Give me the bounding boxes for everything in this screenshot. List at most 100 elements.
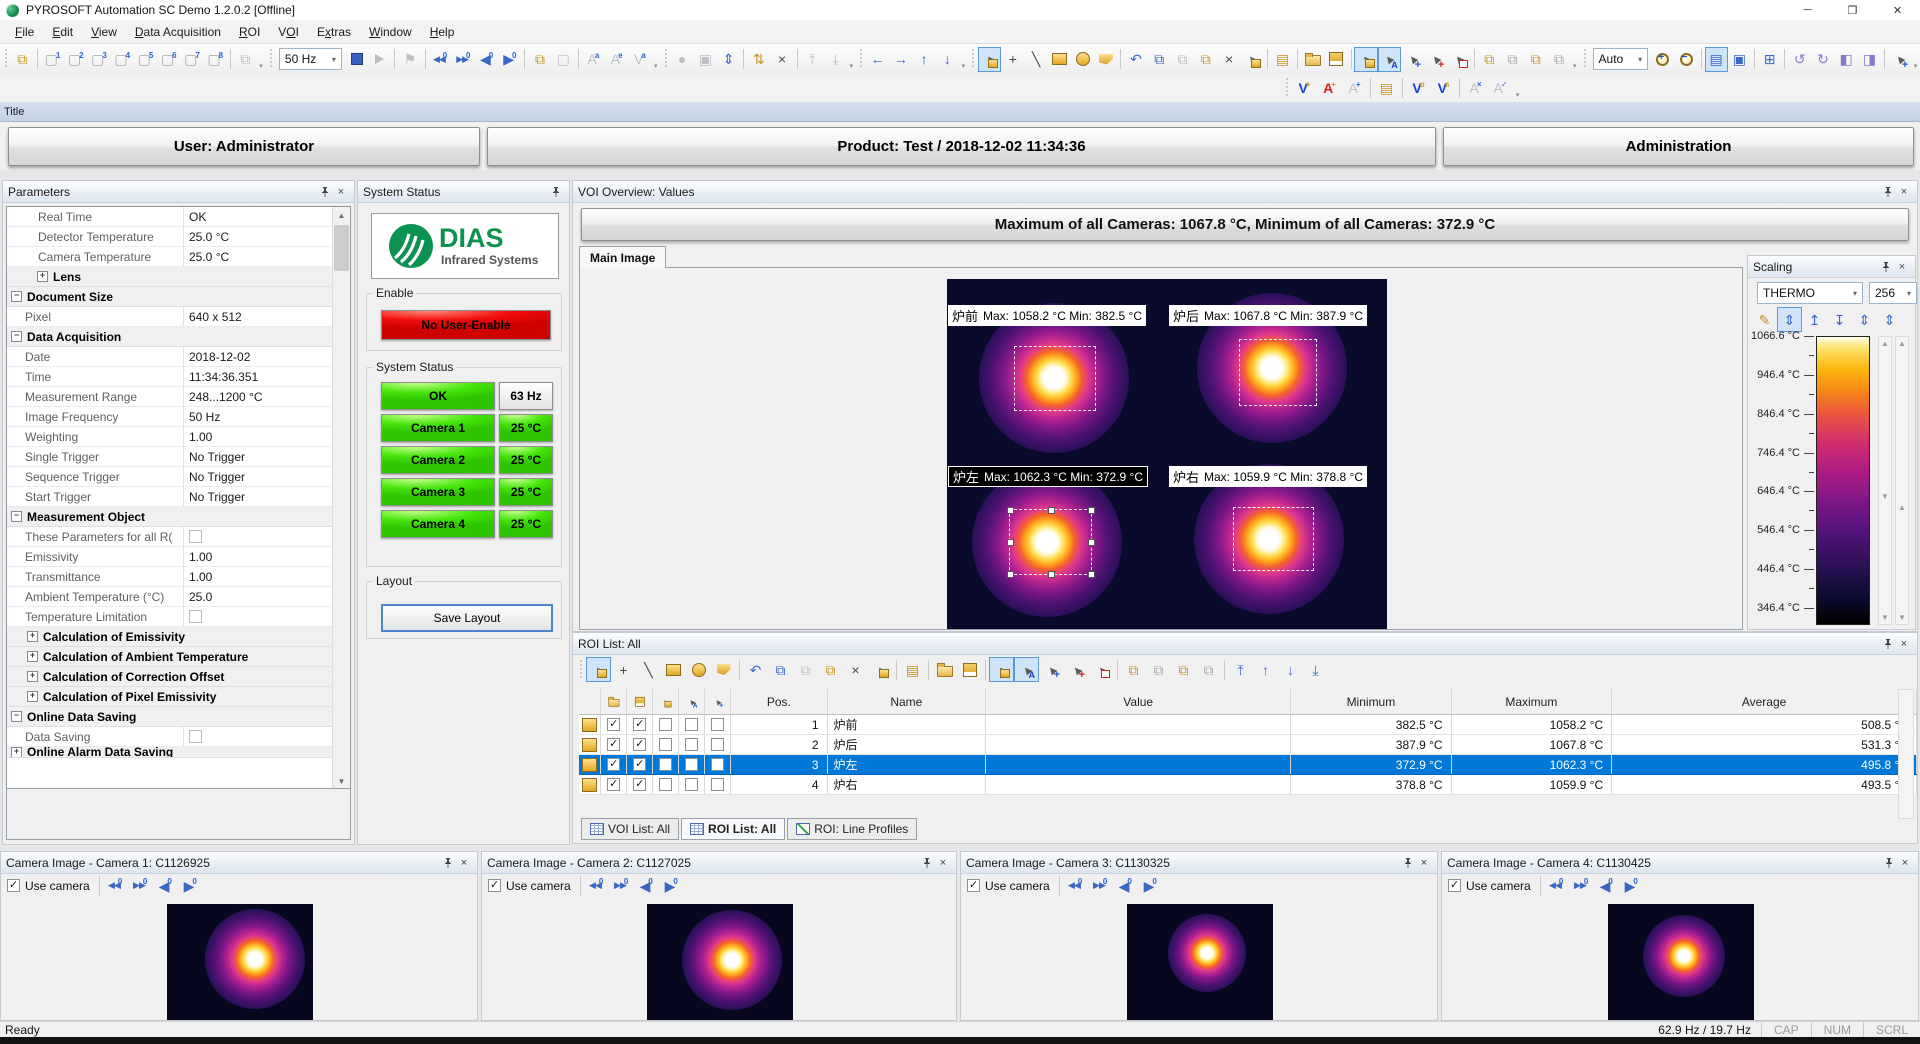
first-image-icon[interactable]: ◀◀0 <box>1544 873 1569 898</box>
prev-image-icon[interactable]: ◀0 <box>1113 873 1138 898</box>
roi-select-icon[interactable] <box>1354 47 1377 72</box>
roi-image-label[interactable]: 炉后Max: 1067.8 °C Min: 387.9 °C <box>1169 305 1367 326</box>
bring-forward-icon[interactable]: ⧉ <box>1171 657 1196 682</box>
last-image-icon[interactable]: ▶▶0 <box>609 873 634 898</box>
toolbar-grip[interactable] <box>4 49 9 69</box>
scale-expand-icon[interactable]: ⇕ <box>1852 307 1877 332</box>
close-icon[interactable]: × <box>456 855 472 870</box>
flip-vertical-icon[interactable]: ◨ <box>1858 47 1881 72</box>
window-8-icon[interactable]: ▢8 <box>204 47 227 72</box>
first-image-icon[interactable]: ◀◀0 <box>103 873 128 898</box>
draw-polygon-icon[interactable] <box>711 657 736 682</box>
bring-forward-icon[interactable]: ⧉ <box>1524 47 1547 72</box>
checkbox-icon[interactable] <box>659 738 672 751</box>
paste-all-icon[interactable]: ⧉ <box>818 657 843 682</box>
roi-add-column-icon[interactable] <box>705 689 731 715</box>
parameter-row[interactable]: These Parameters for all R( <box>7 527 332 547</box>
resize-handle[interactable] <box>1048 507 1055 514</box>
menu-data-acquisition[interactable]: Data Acquisition <box>126 22 230 42</box>
resize-handle[interactable] <box>1088 539 1095 546</box>
status-button-camera-3[interactable]: Camera 3 <box>381 478 495 506</box>
checkbox-icon[interactable] <box>659 778 672 791</box>
maximize-button[interactable]: ❐ <box>1830 0 1875 20</box>
alarm-ack-icon[interactable]: A✓ <box>1488 76 1513 101</box>
column-header[interactable] <box>579 689 601 715</box>
expand-icon[interactable]: − <box>11 511 22 522</box>
delete-roi-icon[interactable]: × <box>1217 47 1240 72</box>
save-layout-button[interactable]: Save Layout <box>381 604 553 632</box>
apply-layout-icon[interactable]: ⧉ <box>234 47 257 72</box>
grid-icon[interactable]: ⊞ <box>1758 47 1781 72</box>
parameter-row[interactable]: +Lens <box>7 267 332 287</box>
voi-edit-icon[interactable]: ▤ <box>1374 76 1399 101</box>
toolbar-grip[interactable] <box>971 49 976 69</box>
resize-handle[interactable] <box>1007 539 1014 546</box>
resize-handle[interactable] <box>1088 507 1095 514</box>
draw-rectangle-icon[interactable] <box>1048 47 1071 72</box>
select-cursor-icon[interactable] <box>586 657 611 682</box>
fit-image-icon[interactable]: ▣ <box>1728 47 1751 72</box>
camera-image[interactable] <box>167 904 313 1020</box>
roi-image-label[interactable]: 炉右Max: 1059.9 °C Min: 378.8 °C <box>1169 466 1367 487</box>
next-image-icon[interactable]: ▶0 <box>178 873 203 898</box>
roi-select-icon[interactable] <box>989 657 1014 682</box>
delete-measure-icon[interactable]: × <box>770 47 793 72</box>
confirm-icon[interactable]: ▣ <box>694 47 717 72</box>
pin-icon[interactable] <box>440 855 456 870</box>
roi-select-column-icon[interactable] <box>657 693 675 711</box>
toolbar-overflow-icon[interactable]: ▾ <box>1513 77 1522 99</box>
next-image-icon[interactable]: ▶0 <box>1138 873 1163 898</box>
pin-icon[interactable] <box>548 184 564 199</box>
status-button-camera-2[interactable]: Camera 2 <box>381 446 495 474</box>
swap-icon[interactable]: ⇅ <box>747 47 770 72</box>
levels-combo[interactable]: 256▾ <box>1869 282 1917 304</box>
menu-help[interactable]: Help <box>421 22 464 42</box>
status-button-camera-4[interactable]: Camera 4 <box>381 510 495 538</box>
parameter-value[interactable] <box>189 730 202 743</box>
parameter-row[interactable]: +Calculation of Correction Offset <box>7 667 332 687</box>
camera-image[interactable] <box>1608 904 1754 1020</box>
checkbox-icon[interactable] <box>607 758 620 771</box>
send-backward-icon[interactable]: ⧉ <box>1547 47 1570 72</box>
window-1-icon[interactable]: ▢1 <box>41 47 64 72</box>
parameter-row[interactable]: Temperature Limitation <box>7 607 332 627</box>
rotate-right-icon[interactable]: ↻ <box>1811 47 1834 72</box>
parameter-row[interactable]: +Calculation of Ambient Temperature <box>7 647 332 667</box>
parameter-row[interactable]: −Data Acquisition <box>7 327 332 347</box>
roi-select-all-column-icon[interactable] <box>679 689 705 715</box>
color-scale-bar[interactable] <box>1816 336 1870 625</box>
open-column-icon[interactable] <box>601 689 627 715</box>
parameter-row[interactable]: −Online Data Saving <box>7 707 332 727</box>
checkbox-icon[interactable] <box>659 758 672 771</box>
send-backward-icon[interactable]: ⧉ <box>1196 657 1221 682</box>
voi-save-icon[interactable]: Vs <box>1431 76 1456 101</box>
expand-icon[interactable]: − <box>11 331 22 342</box>
last-image-icon[interactable]: ▶▶0 <box>1088 873 1113 898</box>
open-icon[interactable] <box>932 657 957 682</box>
use-camera-checkbox[interactable] <box>1448 879 1461 892</box>
palette-combo[interactable]: THERMO▾ <box>1757 282 1863 304</box>
zoom-out-icon[interactable] <box>1674 47 1697 72</box>
parameter-row[interactable]: −Measurement Object <box>7 507 332 527</box>
close-icon[interactable]: × <box>1897 855 1913 870</box>
move-top-icon[interactable]: ⤒ <box>1228 657 1253 682</box>
save-roi-icon[interactable] <box>1324 47 1347 72</box>
align-top-icon[interactable]: ⤒ <box>801 47 824 72</box>
window-5-icon[interactable]: ▢5 <box>134 47 157 72</box>
column-header[interactable]: Minimum <box>1291 689 1451 715</box>
toolbar-overflow-icon[interactable]: ▾ <box>959 48 967 70</box>
to-front-icon[interactable]: ⧉ <box>1121 657 1146 682</box>
last-image-icon[interactable]: ▶▶0 <box>452 47 475 72</box>
roi-table-row[interactable]: 2炉后387.9 °C1067.8 °C531.3 °C <box>579 735 1917 755</box>
roi-image-label[interactable]: 炉前Max: 1058.2 °C Min: 382.5 °C <box>948 305 1146 326</box>
tab-main-image[interactable]: Main Image <box>579 246 666 268</box>
roi-add-column-icon[interactable] <box>709 693 727 711</box>
roi-select-all-icon[interactable] <box>1378 47 1401 72</box>
copy-icon[interactable]: ⧉ <box>768 657 793 682</box>
checkbox-icon[interactable] <box>711 718 724 731</box>
save-icon[interactable] <box>957 657 982 682</box>
close-icon[interactable]: × <box>1894 259 1910 274</box>
close-icon[interactable]: × <box>1896 184 1912 199</box>
move-down-icon[interactable]: ↓ <box>936 47 959 72</box>
close-icon[interactable]: × <box>1896 636 1912 651</box>
